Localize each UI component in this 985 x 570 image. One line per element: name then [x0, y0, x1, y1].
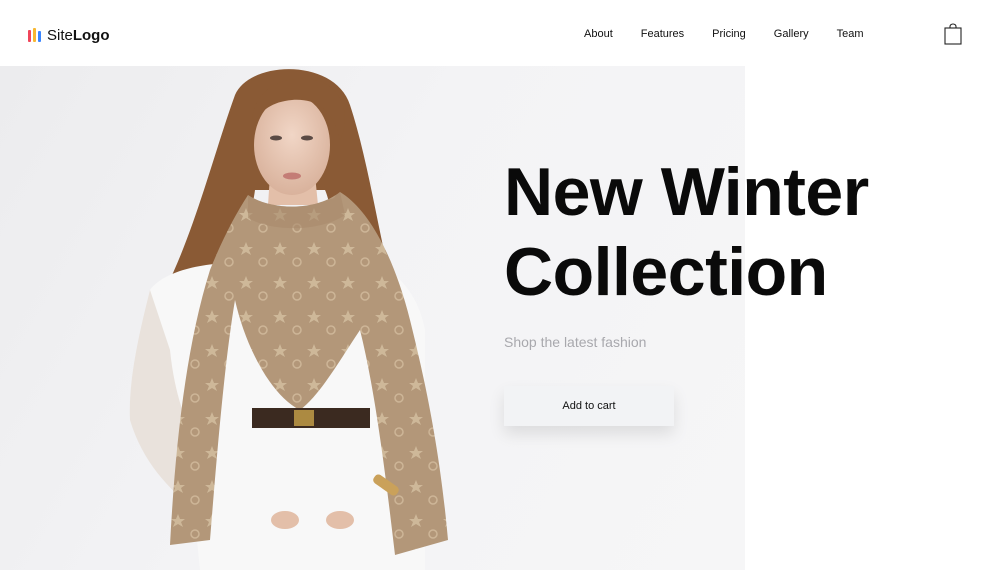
- logo-text: SiteLogo: [47, 27, 110, 44]
- model-with-scarf-photo: [129, 69, 448, 570]
- nav-item-features[interactable]: Features: [641, 28, 684, 40]
- cart-button[interactable]: [944, 23, 962, 45]
- nav-item-gallery[interactable]: Gallery: [774, 28, 809, 40]
- nav-item-pricing[interactable]: Pricing: [712, 28, 746, 40]
- main-nav: About Features Pricing Gallery Team: [584, 28, 864, 40]
- hero-image: [0, 66, 745, 570]
- nav-item-team[interactable]: Team: [837, 28, 864, 40]
- site-logo[interactable]: SiteLogo: [28, 24, 110, 46]
- logo-mark-icon: [28, 28, 41, 42]
- logo-brand-text: Logo: [72, 26, 110, 44]
- hero-title-line-1: New Winter: [504, 154, 869, 230]
- site-header: SiteLogo About Features Pricing Gallery …: [0, 0, 985, 66]
- shopping-bag-icon: [944, 23, 962, 45]
- logo-site-text: Site: [47, 26, 73, 44]
- hero-title: New Winter Collection: [504, 152, 869, 312]
- hero-subtitle: Shop the latest fashion: [504, 334, 647, 350]
- nav-item-about[interactable]: About: [584, 28, 613, 40]
- add-to-cart-button[interactable]: Add to cart: [504, 386, 674, 426]
- hero-title-line-2: Collection: [504, 234, 828, 310]
